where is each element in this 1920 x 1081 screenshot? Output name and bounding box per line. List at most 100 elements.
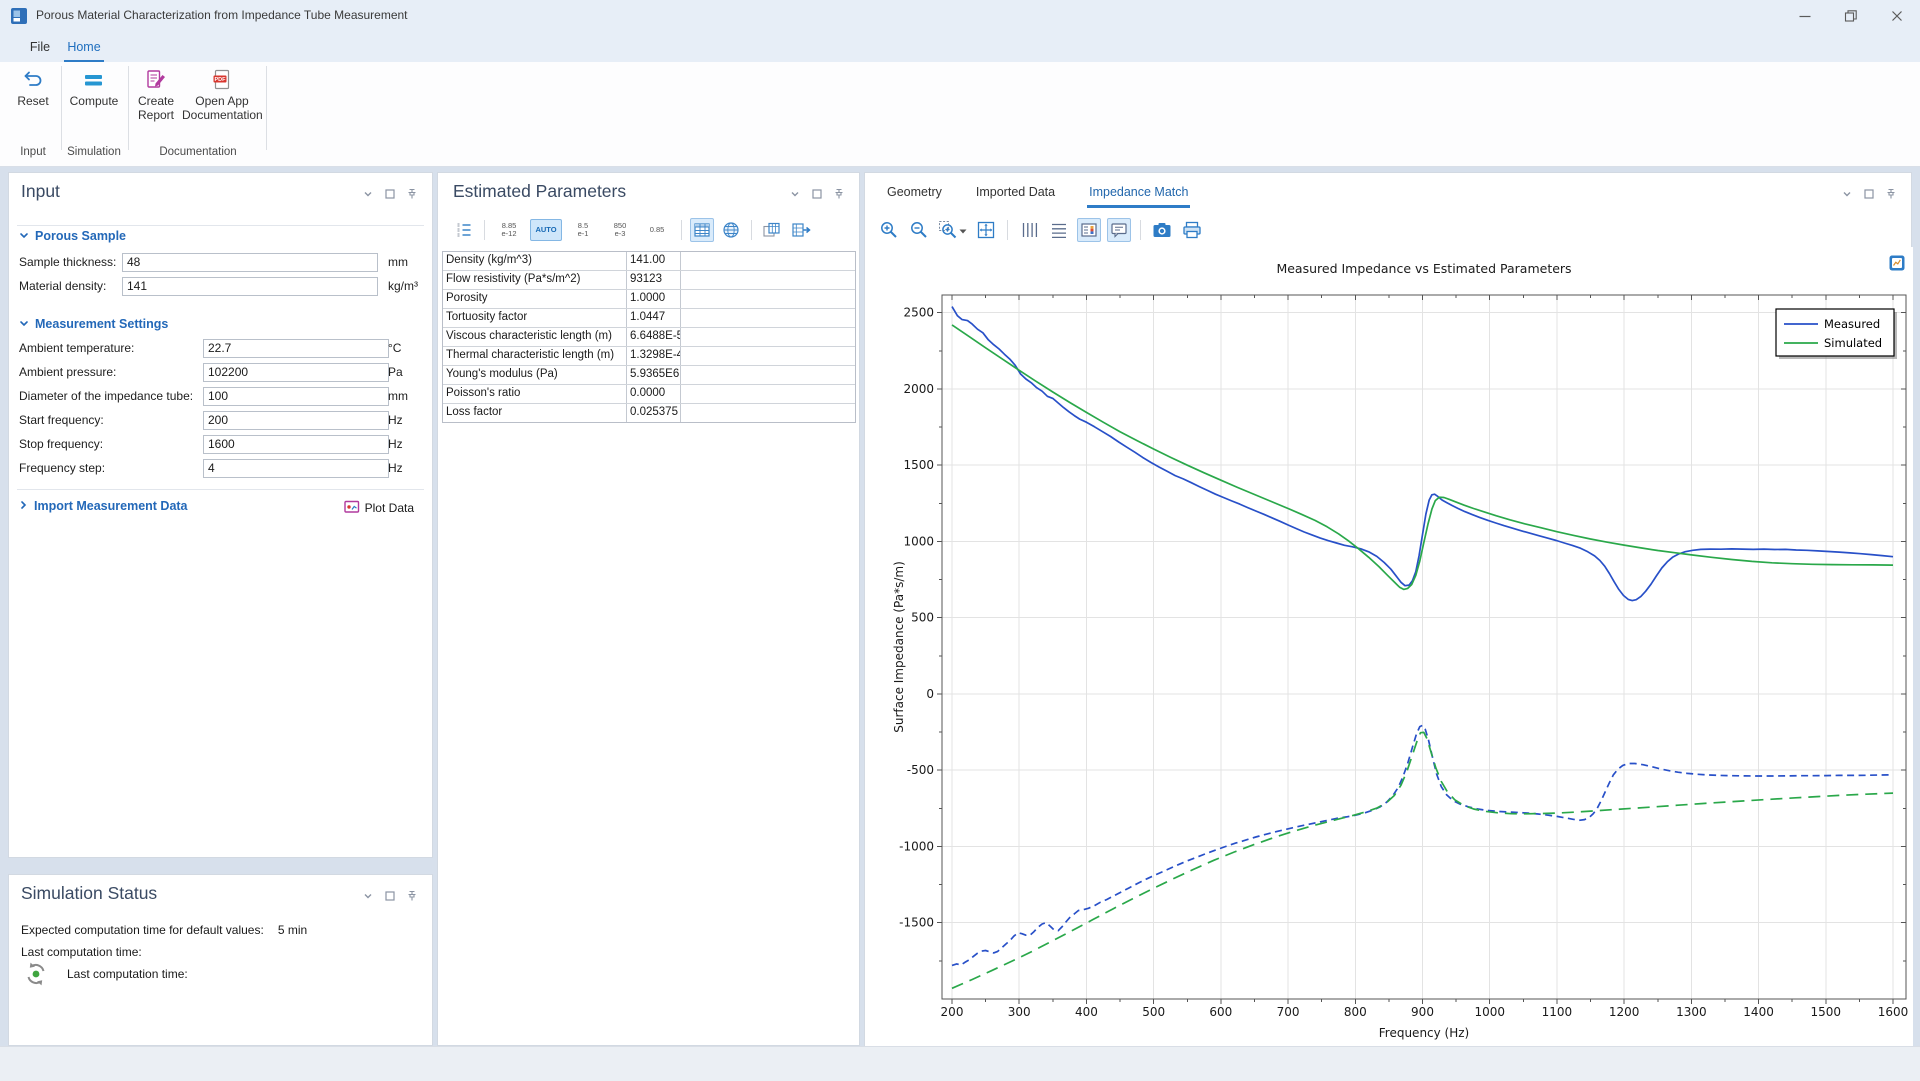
sample-thickness-label: Sample thickness:: [19, 255, 116, 269]
zoom-out-icon[interactable]: [907, 218, 931, 242]
svg-text:1300: 1300: [1676, 1005, 1707, 1019]
parameter-value-cell[interactable]: 0.0000: [627, 385, 681, 403]
pin-panel-button[interactable]: [405, 889, 418, 902]
precision-8-5e-1-button[interactable]: 8.5e-1: [567, 219, 599, 241]
zoom-extents-icon[interactable]: [974, 218, 998, 242]
svg-text:Frequency (Hz): Frequency (Hz): [1379, 1026, 1470, 1040]
collapse-panel-button[interactable]: [361, 187, 374, 200]
chevron-down-icon[interactable]: [959, 221, 967, 239]
legend-toggle-icon[interactable]: [1077, 218, 1101, 242]
reset-button[interactable]: Reset: [6, 64, 60, 108]
float-panel-button[interactable]: [383, 187, 396, 200]
ambient-temperature-input[interactable]: 22.7: [203, 339, 389, 358]
pin-panel-button[interactable]: [1884, 187, 1897, 200]
svg-text:0: 0: [926, 687, 934, 701]
create-report-button[interactable]: Create Report: [130, 64, 182, 122]
precision-8-85e-12-button[interactable]: 8.85e-12: [493, 219, 525, 241]
ribbon-group-simulation: Simulation: [62, 146, 126, 158]
material-density-unit: kg/m³: [388, 279, 418, 293]
svg-text:1400: 1400: [1743, 1005, 1774, 1019]
svg-text:-1000: -1000: [899, 839, 934, 853]
table-row[interactable]: Tortuosity factor1.0447: [443, 309, 855, 328]
precision-auto-button[interactable]: AUTO: [530, 219, 562, 241]
table-row[interactable]: Young's modulus (Pa)5.9365E6: [443, 366, 855, 385]
parameter-value-cell[interactable]: 93123: [627, 271, 681, 289]
table-row[interactable]: Loss factor0.025375: [443, 404, 855, 422]
float-panel-button[interactable]: [383, 889, 396, 902]
tab-home[interactable]: Home: [64, 36, 104, 62]
start-frequency-input[interactable]: 200: [203, 411, 389, 430]
impedance-chart[interactable]: 2003004005006007008009001000110012001300…: [865, 247, 1913, 1047]
frequency-step-input[interactable]: 4: [203, 459, 389, 478]
open-app-documentation-button[interactable]: PDF Open App Documentation: [182, 64, 262, 122]
frequency-step-unit: Hz: [388, 461, 403, 475]
parameter-extra-cell: [681, 385, 855, 403]
estimated-parameters-table: Density (kg/m^3)141.00Flow resistivity (…: [442, 251, 856, 423]
table-row[interactable]: Density (kg/m^3)141.00: [443, 252, 855, 271]
collapse-panel-button[interactable]: [361, 889, 374, 902]
tooltip-toggle-icon[interactable]: [1107, 218, 1131, 242]
minimize-button[interactable]: [1782, 0, 1828, 32]
parameter-name-cell: Flow resistivity (Pa*s/m^2): [443, 271, 627, 289]
table-row[interactable]: Thermal characteristic length (m)1.3298E…: [443, 347, 855, 366]
parameter-value-cell[interactable]: 1.3298E-4: [627, 347, 681, 365]
x-axis-grid-icon[interactable]: [1017, 218, 1041, 242]
copy-table-icon[interactable]: [760, 218, 784, 242]
float-panel-button[interactable]: [810, 187, 823, 200]
table-row[interactable]: Porosity1.0000: [443, 290, 855, 309]
pin-panel-button[interactable]: [832, 187, 845, 200]
collapse-panel-button[interactable]: [1840, 187, 1853, 200]
table-row[interactable]: Viscous characteristic length (m)6.6488E…: [443, 328, 855, 347]
zoom-in-icon[interactable]: [877, 218, 901, 242]
plot-data-button[interactable]: Plot Data: [344, 499, 414, 517]
pin-panel-button[interactable]: [405, 187, 418, 200]
float-panel-button[interactable]: [1862, 187, 1875, 200]
open-plot-window-icon[interactable]: [1889, 255, 1905, 271]
restore-button[interactable]: [1828, 0, 1874, 32]
parameter-value-cell[interactable]: 1.0447: [627, 309, 681, 327]
row-index-icon[interactable]: [452, 218, 476, 242]
ribbon-group-input: Input: [6, 146, 60, 158]
close-button[interactable]: [1874, 0, 1920, 32]
ambient-pressure-input[interactable]: 102200: [203, 363, 389, 382]
input-panel-title: Input: [21, 181, 60, 202]
collapse-panel-button[interactable]: [788, 187, 801, 200]
section-import-measurement-data[interactable]: Import Measurement Data: [19, 499, 188, 513]
tab-impedance-match[interactable]: Impedance Match: [1087, 181, 1190, 208]
snapshot-camera-icon[interactable]: [1150, 218, 1174, 242]
impedance-match-plot[interactable]: 2003004005006007008009001000110012001300…: [865, 247, 1913, 1047]
parameter-value-cell[interactable]: 5.9365E6: [627, 366, 681, 384]
precision-850e-3-button[interactable]: 850e-3: [604, 219, 636, 241]
simulation-status-controls: [361, 889, 418, 902]
svg-text:200: 200: [941, 1005, 964, 1019]
section-porous-sample[interactable]: Porous Sample: [19, 229, 126, 243]
parameter-value-cell[interactable]: 6.6488E-5: [627, 328, 681, 346]
graphics-panel: Geometry Imported Data Impedance Match 200…: [864, 172, 1912, 1046]
svg-text:-1500: -1500: [899, 916, 934, 930]
parameter-value-cell[interactable]: 141.00: [627, 252, 681, 270]
title-bar: Porous Material Characterization from Im…: [0, 0, 1920, 32]
parameter-value-cell[interactable]: 1.0000: [627, 290, 681, 308]
material-density-input[interactable]: 141: [122, 277, 378, 296]
stop-frequency-input[interactable]: 1600: [203, 435, 389, 454]
material-density-label: Material density:: [19, 279, 106, 293]
y-axis-grid-icon[interactable]: [1047, 218, 1071, 242]
parameter-value-cell[interactable]: 0.025375: [627, 404, 681, 422]
compute-button[interactable]: Compute: [62, 64, 126, 108]
precision-0-85-button[interactable]: 0.85: [641, 219, 673, 241]
print-icon[interactable]: [1180, 218, 1204, 242]
zoom-box-icon[interactable]: [937, 218, 968, 242]
tab-file[interactable]: File: [22, 36, 58, 60]
full-precision-table-icon[interactable]: [690, 218, 714, 242]
table-row[interactable]: Flow resistivity (Pa*s/m^2)93123: [443, 271, 855, 290]
section-measurement-settings[interactable]: Measurement Settings: [19, 317, 168, 331]
units-sphere-icon[interactable]: [719, 218, 743, 242]
diameter-of-the-impedance-tube-input[interactable]: 100: [203, 387, 389, 406]
stop-frequency-label: Stop frequency:: [19, 437, 103, 451]
tab-geometry[interactable]: Geometry: [885, 181, 944, 208]
table-row[interactable]: Poisson's ratio0.0000: [443, 385, 855, 404]
svg-text:600: 600: [1209, 1005, 1232, 1019]
sample-thickness-input[interactable]: 48: [122, 253, 378, 272]
export-table-icon[interactable]: [789, 218, 813, 242]
tab-imported-data[interactable]: Imported Data: [974, 181, 1057, 208]
